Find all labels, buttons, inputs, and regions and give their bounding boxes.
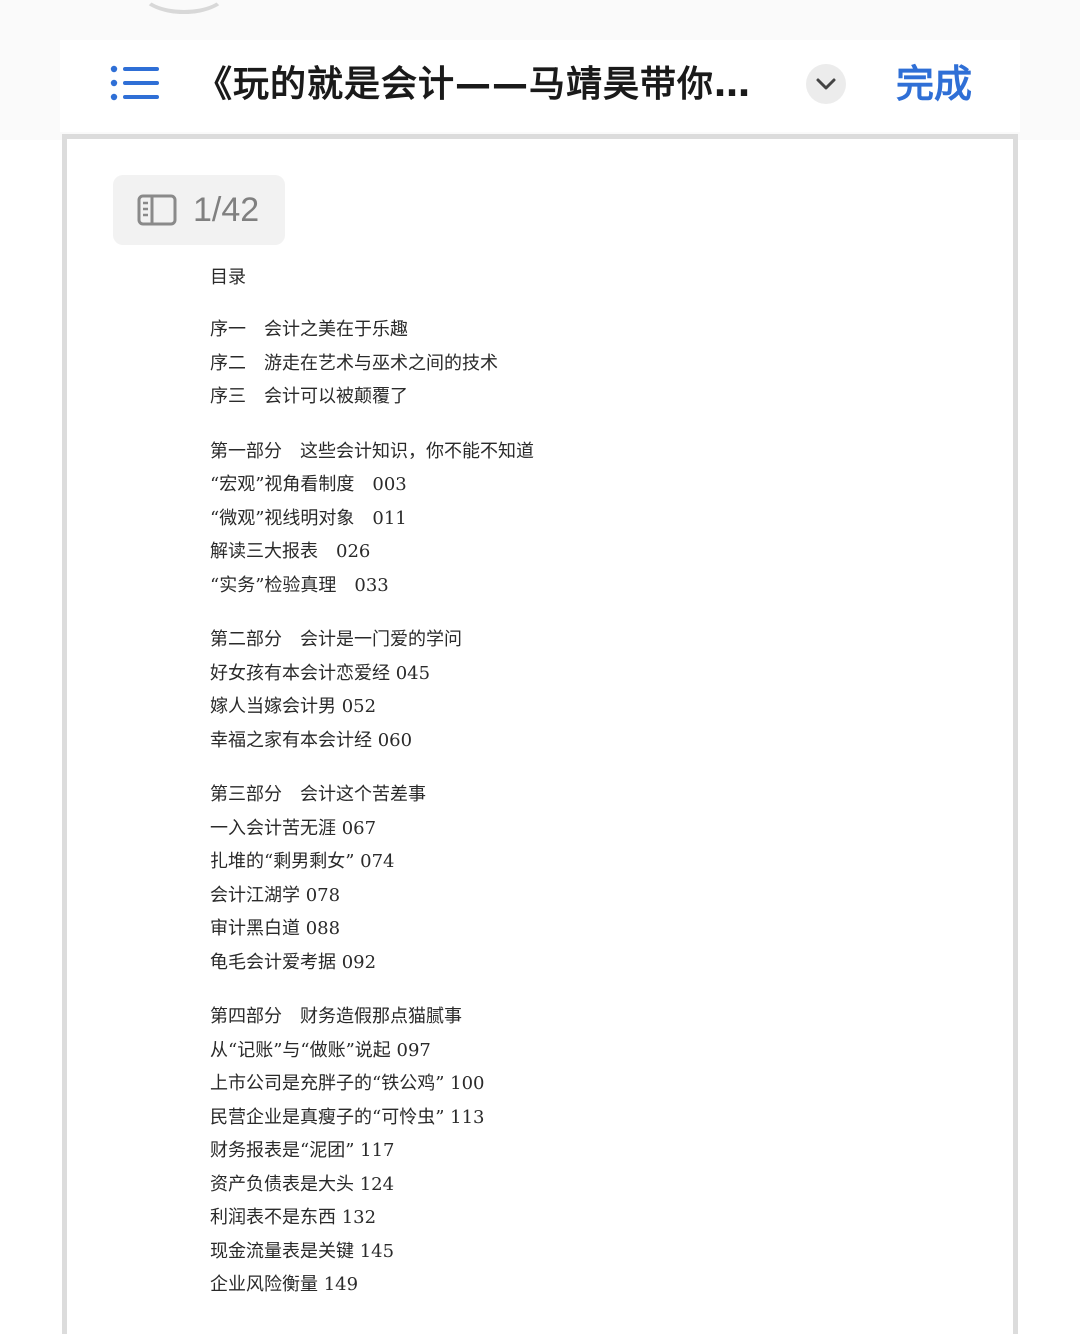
toc-line: “宏观”视角看制度 003 <box>210 474 407 495</box>
toc-line: 资产负债表是大头 124 <box>210 1173 395 1195</box>
toc-part-title: 第四部分 财务造假那点猫腻事 <box>210 1006 462 1027</box>
page-number: 1/42 <box>193 191 260 229</box>
sidebar-panel-icon <box>137 194 177 226</box>
toc-part-title: 第三部分 会计这个苦差事 <box>210 784 426 805</box>
done-button[interactable]: 完成 <box>896 58 972 110</box>
document-title[interactable]: 《玩的就是会计——马靖昊带你… <box>196 60 776 110</box>
toc-line: 幸福之家有本会计经 060 <box>210 729 413 751</box>
toc-line: 从“记账”与“做账”说起 097 <box>210 1039 431 1061</box>
toc-group-part-1: 第一部分 这些会计知识，你不能不知道 “宏观”视角看制度 003 “微观”视线明… <box>210 435 910 603</box>
toc-group-part-4: 第四部分 财务造假那点猫腻事 从“记账”与“做账”说起 097 上市公司是充胖子… <box>210 1000 910 1302</box>
reader-header: 《玩的就是会计——马靖昊带你… 完成 <box>60 40 1020 132</box>
toc-line: “微观”视线明对象 011 <box>210 507 407 529</box>
toc-line: 上市公司是充胖子的“铁公鸡” 100 <box>210 1073 485 1094</box>
toc-line: 序一 会计之美在于乐趣 <box>210 319 408 340</box>
toc-line: 嫁人当嫁会计男 052 <box>210 696 377 717</box>
toc-group-prefaces: 序一 会计之美在于乐趣 序二 游走在艺术与巫术之间的技术 序三 会计可以被颠覆了 <box>210 313 910 414</box>
toc-part-title: 第一部分 这些会计知识，你不能不知道 <box>210 440 534 462</box>
toc-part-title: 第二部分 会计是一门爱的学问 <box>210 629 462 650</box>
toc-heading: 目录 <box>210 267 246 288</box>
toc-line: 解读三大报表 026 <box>210 541 371 562</box>
toc-line: 现金流量表是关键 145 <box>210 1240 395 1262</box>
toc-line: 序二 游走在艺术与巫术之间的技术 <box>210 352 498 374</box>
toc-line: 龟毛会计爱考据 092 <box>210 951 377 973</box>
toc-line: 会计江湖学 078 <box>210 884 341 906</box>
toc-line: 利润表不是东西 132 <box>210 1207 377 1228</box>
toc-group-part-3: 第三部分 会计这个苦差事 一入会计苦无涯 067 扎堆的“剩男剩女” 074 会… <box>210 778 910 979</box>
toc-line: 好女孩有本会计恋爱经 045 <box>210 662 431 684</box>
page-indicator[interactable]: 1/42 <box>113 175 285 245</box>
toc-line: “实务”检验真理 033 <box>210 574 389 596</box>
chevron-down-icon[interactable] <box>806 64 846 104</box>
toc-line: 一入会计苦无涯 067 <box>210 817 377 839</box>
toc-line: 扎堆的“剩男剩女” 074 <box>210 851 395 872</box>
toc-line: 财务报表是“泥团” 117 <box>210 1140 395 1161</box>
list-icon[interactable] <box>110 64 162 104</box>
toc-line: 民营企业是真瘦子的“可怜虫” 113 <box>210 1106 485 1128</box>
toc-line: 序三 会计可以被颠覆了 <box>210 386 408 407</box>
toc-line: 企业风险衡量 149 <box>210 1274 359 1295</box>
document-page[interactable]: 1/42 目录 序一 会计之美在于乐趣 序二 游走在艺术与巫术之间的技术 序三 … <box>62 134 1018 1334</box>
toc-group-part-2: 第二部分 会计是一门爱的学问 好女孩有本会计恋爱经 045 嫁人当嫁会计男 05… <box>210 623 910 757</box>
table-of-contents: 目录 序一 会计之美在于乐趣 序二 游走在艺术与巫术之间的技术 序三 会计可以被… <box>210 261 910 1323</box>
toc-line: 审计黑白道 088 <box>210 918 341 939</box>
